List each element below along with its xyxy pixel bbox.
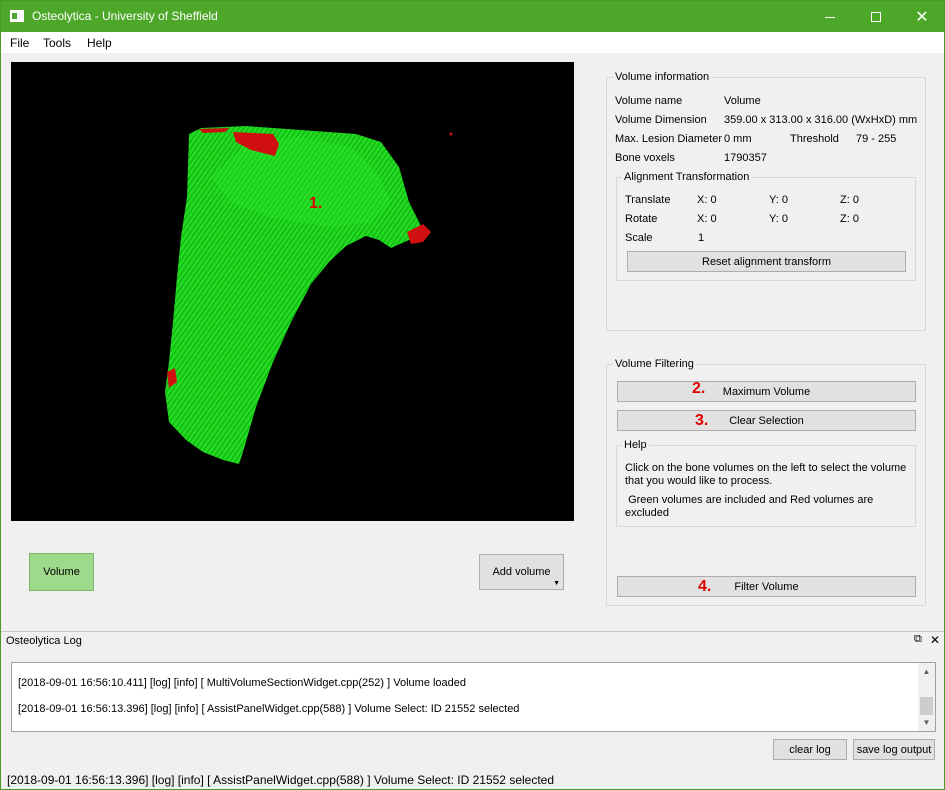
maximize-button[interactable]: [853, 1, 899, 32]
minimize-icon: [825, 17, 835, 18]
menu-bar: File Tools Help: [1, 32, 944, 53]
log-title: Osteolytica Log: [6, 635, 82, 647]
save-log-output-button[interactable]: save log output: [853, 739, 935, 760]
log-scrollbar[interactable]: ▲ ▼: [918, 663, 935, 731]
float-icon[interactable]: ⧉: [914, 633, 922, 646]
add-volume-label: Add volume: [492, 566, 551, 578]
translate-label: Translate: [625, 194, 671, 206]
log-line: [2018-09-01 16:56:10.411] [log] [info] […: [18, 677, 467, 689]
clear-log-button[interactable]: clear log: [773, 739, 847, 760]
scroll-thumb[interactable]: [920, 697, 933, 715]
window-title: Osteolytica - University of Sheffield: [32, 9, 218, 23]
translate-z: Z: 0: [840, 194, 859, 206]
rotate-x: X: 0: [697, 213, 717, 225]
close-icon[interactable]: ✕: [930, 633, 940, 647]
title-bar[interactable]: Osteolytica - University of Sheffield ✕: [1, 1, 944, 32]
volume-button[interactable]: Volume: [29, 553, 94, 591]
status-text: [2018-09-01 16:56:13.396] [log] [info] […: [7, 773, 555, 787]
alignment-title: Alignment Transformation: [622, 171, 752, 183]
scale-label: Scale: [625, 232, 653, 244]
threshold-value: 79 - 255: [856, 133, 897, 145]
translate-x: X: 0: [697, 194, 717, 206]
volume-name-value: Volume: [724, 95, 761, 107]
app-icon: [10, 10, 24, 22]
status-bar: [2018-09-01 16:56:13.396] [log] [info] […: [1, 771, 944, 790]
bone-voxels-value: 1790357: [724, 152, 767, 164]
bone-volume-excluded-speck: [449, 132, 453, 136]
bone-render: [165, 126, 453, 464]
maximum-volume-button[interactable]: Maximum Volume: [617, 381, 916, 402]
annotation-marker-1: 1.: [309, 195, 323, 212]
help-title: Help: [622, 439, 649, 451]
lesion-diameter-value: 0 mm: [724, 133, 752, 145]
filter-volume-button[interactable]: Filter Volume: [617, 576, 916, 597]
volume-viewport[interactable]: 1.: [11, 62, 574, 521]
close-button[interactable]: ✕: [899, 1, 945, 32]
clear-selection-button[interactable]: Clear Selection: [617, 410, 916, 431]
volume-information-title: Volume information: [613, 71, 712, 83]
maximize-icon: [871, 11, 881, 22]
annotation-marker-3: 3.: [695, 412, 709, 429]
volume-name-label: Volume name: [615, 95, 683, 107]
chevron-down-icon: ▼: [553, 580, 560, 587]
rotate-y: Y: 0: [769, 213, 788, 225]
scroll-down-icon[interactable]: ▼: [918, 714, 935, 731]
help-text-select: Click on the bone volumes on the left to…: [625, 462, 907, 487]
main-window: Osteolytica - University of Sheffield ✕ …: [0, 0, 945, 790]
scroll-up-icon[interactable]: ▲: [918, 663, 935, 680]
lesion-diameter-label: Max. Lesion Diameter: [615, 133, 722, 145]
scale-value: 1: [698, 232, 705, 244]
close-icon: ✕: [915, 8, 929, 26]
minimize-button[interactable]: [807, 1, 853, 32]
threshold-label: Threshold: [790, 133, 839, 145]
menu-file[interactable]: File: [10, 36, 29, 50]
log-output[interactable]: [2018-09-01 16:56:10.411] [log] [info] […: [11, 662, 936, 732]
menu-help[interactable]: Help: [87, 36, 112, 50]
bone-voxels-label: Bone voxels: [615, 152, 675, 164]
annotation-marker-4: 4.: [698, 578, 712, 595]
reset-alignment-button[interactable]: Reset alignment transform: [627, 251, 906, 272]
annotation-marker-2: 2.: [692, 380, 706, 397]
volume-dimension-value: 359.00 x 313.00 x 316.00 (WxHxD) mm: [724, 114, 918, 126]
add-volume-button[interactable]: Add volume ▼: [479, 554, 564, 590]
rotate-label: Rotate: [625, 213, 658, 225]
help-text-colors: Green volumes are included and Red volum…: [625, 494, 877, 519]
volume-dimension-label: Volume Dimension: [615, 114, 707, 126]
log-dock: Osteolytica Log ⧉ ✕ [2018-09-01 16:56:10…: [1, 631, 944, 771]
log-line: [2018-09-01 16:56:13.396] [log] [info] […: [18, 703, 520, 715]
rotate-z: Z: 0: [840, 213, 859, 225]
menu-tools[interactable]: Tools: [43, 36, 71, 50]
volume-filtering-title: Volume Filtering: [613, 358, 696, 370]
translate-y: Y: 0: [769, 194, 788, 206]
